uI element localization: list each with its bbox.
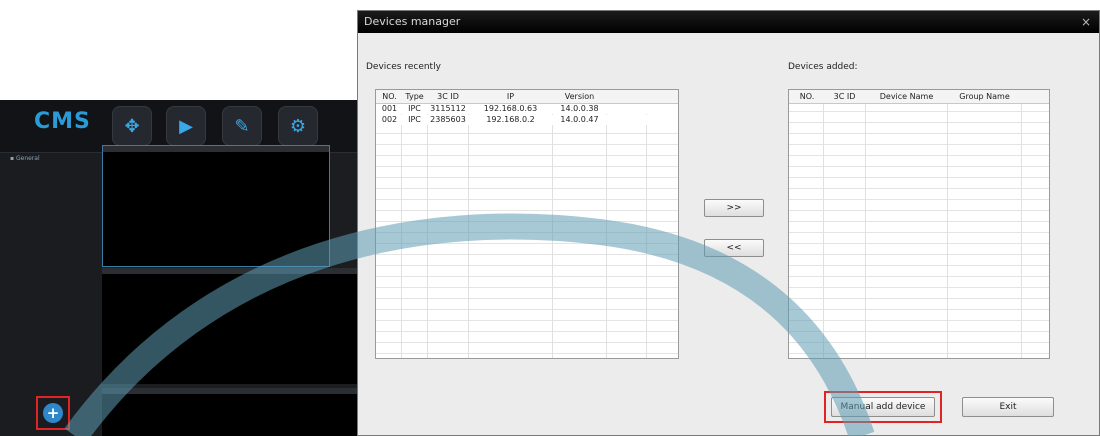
column-header[interactable]: Group Name	[948, 90, 1021, 103]
devices-recently-label: Devices recently	[366, 62, 441, 72]
move-left-button[interactable]: <<	[704, 239, 764, 257]
cell-ip: 192.168.0.63	[483, 104, 538, 113]
plus-icon: +	[43, 403, 63, 423]
move-right-button[interactable]: >>	[704, 199, 764, 217]
video-pane-2[interactable]	[102, 268, 360, 384]
dialog-title: Devices manager	[364, 15, 461, 28]
column-header[interactable]: Version	[553, 90, 606, 103]
column-header[interactable]: Type	[402, 90, 427, 103]
column-header[interactable]: NO.	[791, 90, 823, 103]
table-row[interactable]: 001 IPC 3115112 192.168.0.63 14.0.0.38	[376, 104, 678, 114]
column-header[interactable]: NO.	[378, 90, 401, 103]
devices-added-table[interactable]: NO. 3C ID Device Name Group Name	[788, 89, 1050, 359]
manual-add-device-button[interactable]: Manual add device	[831, 397, 935, 417]
cell-version: 14.0.0.38	[560, 104, 599, 113]
cell-3c-id: 3115112	[430, 104, 466, 113]
video-pane-header	[102, 388, 360, 394]
devices-added-label: Devices added:	[788, 62, 858, 72]
column-header[interactable]: Device Name	[866, 90, 947, 103]
table-header: NO. Type 3C ID IP Version	[376, 90, 678, 104]
cms-app-window: CMS ✥ ▶ ✎ ⚙ ▪ General +	[0, 100, 360, 436]
cell-version: 14.0.0.47	[560, 115, 599, 124]
crosshair-icon[interactable]: ✥	[112, 106, 152, 146]
edit-icon[interactable]: ✎	[222, 106, 262, 146]
cell-no: 001	[381, 104, 398, 113]
cell-3c-id: 2385603	[430, 115, 466, 124]
table-header: NO. 3C ID Device Name Group Name	[789, 90, 1049, 104]
settings-icon[interactable]: ⚙	[278, 106, 318, 146]
close-icon[interactable]: ×	[1081, 11, 1091, 33]
play-icon[interactable]: ▶	[166, 106, 206, 146]
cms-logo: CMS	[34, 109, 91, 134]
cell-no: 002	[381, 115, 398, 124]
column-header[interactable]: 3C ID	[428, 90, 468, 103]
cell-type: IPC	[408, 115, 421, 124]
add-device-button[interactable]: +	[36, 396, 70, 430]
video-pane-header	[102, 268, 360, 274]
column-header[interactable]: IP	[469, 90, 552, 103]
devices-recently-table[interactable]: NO. Type 3C ID IP Version 001 IPC 311511…	[375, 89, 679, 359]
video-pane-header	[103, 146, 329, 152]
exit-button[interactable]: Exit	[962, 397, 1054, 417]
cell-type: IPC	[408, 104, 421, 113]
sidebar-item-general[interactable]: ▪ General	[10, 155, 40, 162]
table-row[interactable]: 002 IPC 2385603 192.168.0.2 14.0.0.47	[376, 115, 678, 125]
cell-ip: 192.168.0.2	[486, 115, 535, 124]
devices-manager-dialog: Devices manager × Devices recently Devic…	[357, 10, 1100, 436]
column-header[interactable]: 3C ID	[824, 90, 865, 103]
video-pane-3[interactable]	[102, 388, 360, 436]
video-pane-1[interactable]	[102, 145, 330, 267]
dialog-titlebar: Devices manager ×	[358, 11, 1099, 33]
cms-sidebar: ▪ General	[0, 153, 100, 436]
